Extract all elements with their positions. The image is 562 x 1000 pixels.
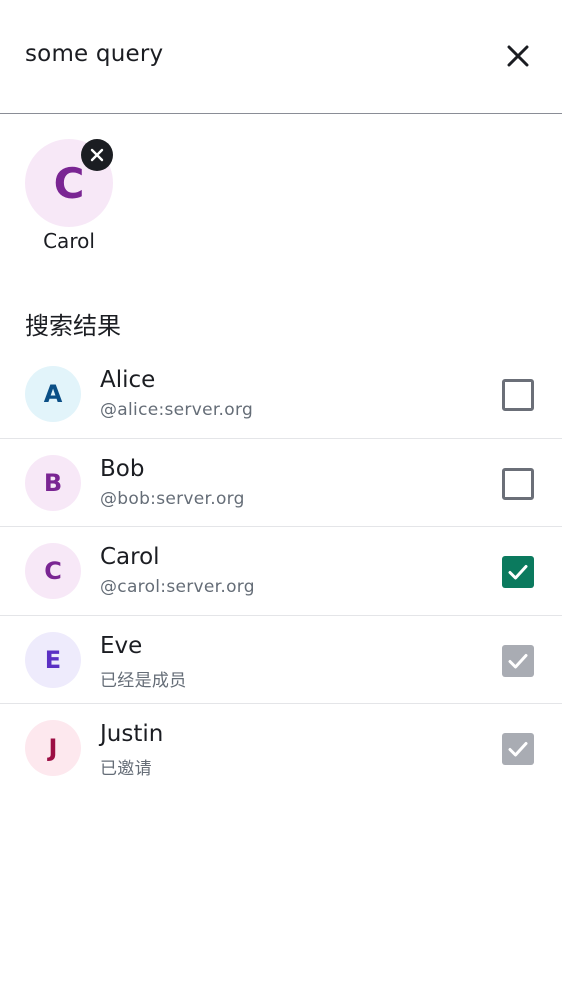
selected-user-chip: C Carol xyxy=(25,139,113,253)
close-icon xyxy=(90,148,104,162)
search-input[interactable]: some query xyxy=(25,41,163,67)
user-name: Alice xyxy=(100,367,156,393)
select-checkbox xyxy=(502,733,534,765)
list-item[interactable]: C Carol @carol:server.org xyxy=(0,527,562,616)
list-item[interactable]: E Eve 已经是成员 xyxy=(0,616,562,704)
avatar: C xyxy=(25,543,81,599)
user-name: Eve xyxy=(100,632,143,659)
avatar: B xyxy=(25,454,81,511)
list-item[interactable]: J Justin 已邀请 xyxy=(0,704,562,793)
select-checkbox[interactable] xyxy=(502,556,534,588)
select-checkbox[interactable] xyxy=(502,379,534,411)
avatar: J xyxy=(25,720,81,776)
avatar: E xyxy=(25,631,81,688)
list-item[interactable]: A Alice @alice:server.org xyxy=(0,350,562,439)
user-subtitle: @alice:server.org xyxy=(100,400,254,420)
user-subtitle: 已邀请 xyxy=(100,759,152,779)
user-name: Justin xyxy=(100,721,164,747)
selected-user-name: Carol xyxy=(43,229,95,253)
user-name: Carol xyxy=(100,544,160,570)
list-item[interactable]: B Bob @bob:server.org xyxy=(0,439,562,527)
user-name: Bob xyxy=(100,455,145,482)
user-subtitle: @carol:server.org xyxy=(100,577,255,597)
avatar-initial: C xyxy=(53,158,85,208)
remove-selected-button[interactable] xyxy=(81,139,113,171)
avatar: A xyxy=(25,366,81,422)
search-bar[interactable]: some query xyxy=(0,0,562,114)
close-icon xyxy=(507,45,529,67)
checkmark-icon xyxy=(508,742,528,757)
user-subtitle: @bob:server.org xyxy=(100,488,245,509)
checkmark-icon xyxy=(508,565,528,580)
select-checkbox[interactable] xyxy=(502,467,534,500)
checkmark-icon xyxy=(508,653,528,668)
results-list: A Alice @alice:server.org B Bob @bob:server.o… xyxy=(0,350,562,793)
results-heading: 搜索结果 xyxy=(25,312,121,340)
user-subtitle: 已经是成员 xyxy=(100,670,187,691)
close-button[interactable] xyxy=(498,36,538,76)
select-checkbox xyxy=(502,644,534,677)
